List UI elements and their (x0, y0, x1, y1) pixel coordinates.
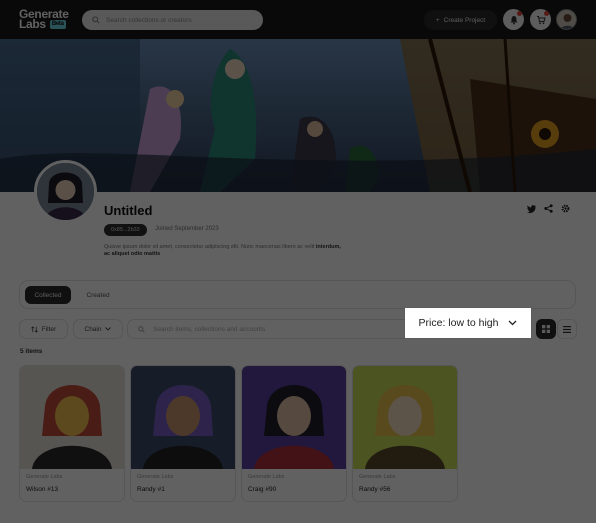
user-avatar-image (557, 10, 576, 29)
create-project-label: Create Project (443, 16, 486, 24)
twitter-icon[interactable] (527, 204, 536, 213)
filter-label: Filter (41, 325, 57, 333)
list-icon (563, 325, 571, 333)
nft-card[interactable]: Generate Labs Randy #1 (130, 365, 236, 502)
nft-artwork (242, 366, 346, 469)
cart-dot (544, 11, 549, 16)
grid-view-button[interactable] (536, 319, 556, 339)
banner-artwork (0, 39, 596, 192)
chain-dropdown[interactable]: Chain (73, 319, 123, 339)
nft-creator: Generate Labs (137, 474, 174, 480)
nft-artwork (20, 366, 124, 469)
chevron-down-icon (509, 320, 517, 326)
global-search-input[interactable]: Search collections or creators (82, 10, 263, 30)
filter-button[interactable]: Filter (19, 319, 68, 339)
global-search-placeholder: Search collections or creators (106, 16, 192, 24)
nft-title: Randy #56 (359, 486, 391, 493)
nft-creator: Generate Labs (26, 474, 63, 480)
profile-banner (0, 39, 596, 192)
plus-icon: + (435, 16, 440, 24)
user-avatar[interactable] (556, 9, 577, 30)
nft-title: Wilson #13 (26, 486, 59, 493)
bio-text: Quisve ipsum dolor sit amet, consectetur… (104, 244, 315, 250)
nft-card[interactable]: Generate Labs Craig #90 (241, 365, 347, 502)
profile-bio: Quisve ipsum dolor sit amet, consectetur… (104, 244, 344, 258)
tab-collected[interactable]: Collected (25, 286, 71, 304)
logo-line2-text: Labs (19, 17, 46, 31)
items-search-input[interactable]: Search items, collections and accounts (127, 319, 410, 339)
nft-creator: Generate Labs (359, 474, 396, 480)
items-search-placeholder: Search items, collections and accounts (153, 325, 266, 333)
tab-created[interactable]: Created (76, 286, 120, 304)
share-icon[interactable] (544, 204, 553, 213)
nft-artwork (353, 366, 457, 469)
profile-avatar (34, 160, 97, 223)
profile-tabs: Collected Created (19, 280, 576, 309)
nft-title: Craig #90 (248, 486, 277, 493)
search-icon (92, 16, 100, 24)
sort-dropdown[interactable]: Price: low to high (405, 308, 531, 338)
chain-label: Chain (84, 325, 102, 333)
nft-creator: Generate Labs (248, 474, 285, 480)
joined-date: Joined September 2023 (155, 226, 219, 232)
cart-icon (536, 15, 546, 24)
gear-icon[interactable] (561, 204, 570, 213)
beta-badge: Beta (49, 20, 66, 30)
profile-avatar-image (37, 163, 94, 220)
nft-card[interactable]: Generate Labs Wilson #13 (19, 365, 125, 502)
notifications-button[interactable] (503, 9, 524, 30)
social-links (527, 204, 570, 213)
nft-artwork (131, 366, 235, 469)
nft-title: Randy #1 (137, 486, 165, 493)
items-count: 5 items (20, 348, 43, 355)
list-view-button[interactable] (557, 319, 577, 339)
logo-line2: Labs Beta (19, 17, 69, 31)
notification-dot (517, 11, 522, 16)
grid-icon (542, 325, 550, 333)
chevron-down-icon (105, 327, 112, 331)
logo[interactable]: Generate Labs Beta (19, 8, 69, 31)
sort-arrows-icon (30, 325, 38, 333)
top-navbar: Generate Labs Beta Search collections or… (0, 0, 596, 39)
sort-label: Price: low to high (418, 317, 499, 329)
create-project-button[interactable]: + Create Project (424, 10, 497, 30)
cart-button[interactable] (530, 9, 551, 30)
bell-icon (510, 15, 517, 24)
wallet-address-badge[interactable]: 0x85...2b33 (104, 224, 147, 236)
search-icon (138, 325, 145, 333)
profile-name: Untitled (104, 203, 153, 218)
nft-card[interactable]: Generate Labs Randy #56 (352, 365, 458, 502)
